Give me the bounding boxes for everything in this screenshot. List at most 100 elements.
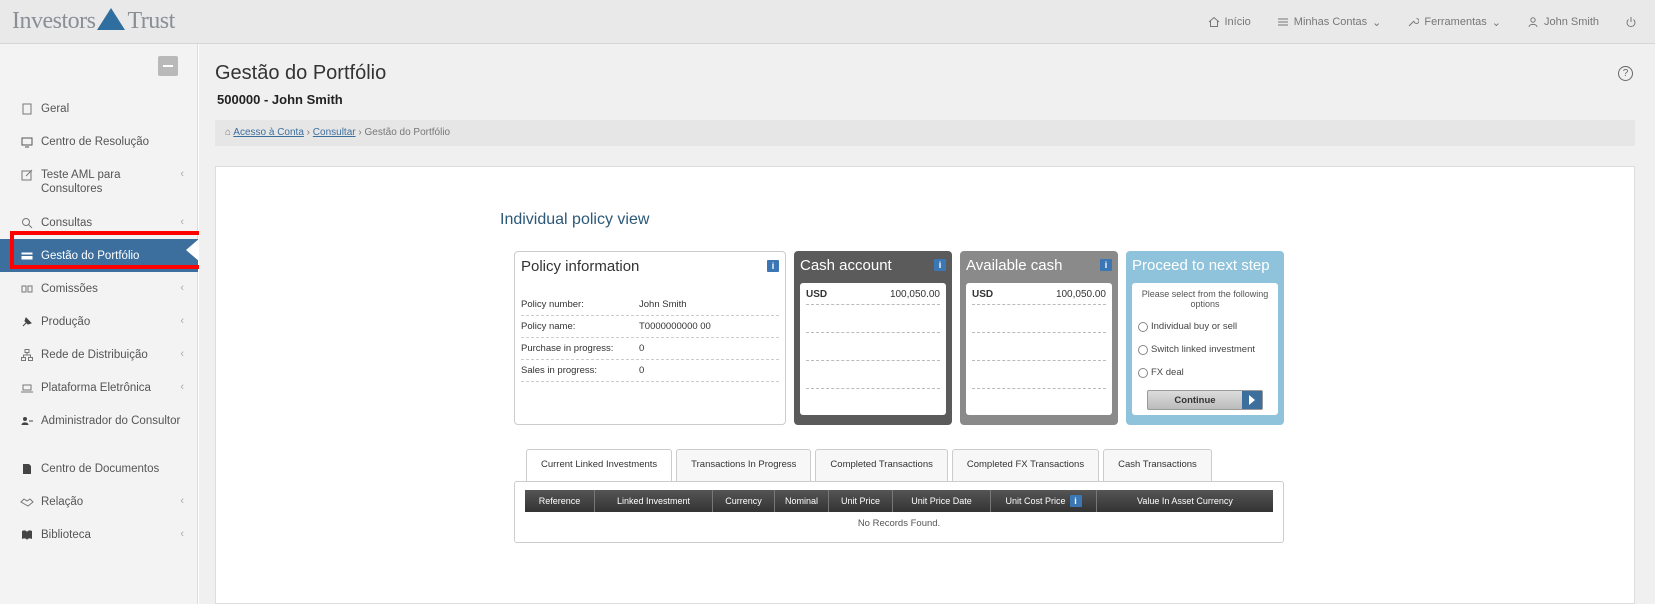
chevron-left-icon: ‹: [180, 168, 184, 180]
accounts-menu[interactable]: Minhas Contas ⌄: [1277, 16, 1382, 29]
policy-row-value: T0000000000 00: [639, 321, 711, 332]
document-icon: [22, 103, 32, 115]
column-header[interactable]: Unit Price Date: [893, 490, 991, 512]
top-nav: Início Minhas Contas ⌄ Ferramentas ⌄ Joh…: [1208, 0, 1638, 44]
sidebar: Geral Centro de Resolução Teste AML para…: [0, 44, 198, 604]
policy-row: Policy name: T0000000000 00: [521, 316, 779, 338]
brand-logo[interactable]: Investors Trust: [12, 6, 175, 36]
policy-row-label: Sales in progress:: [521, 365, 598, 376]
chevron-left-icon: ‹: [180, 315, 184, 327]
chevron-left-icon: ‹: [180, 381, 184, 393]
policy-row-value: John Smith: [639, 299, 687, 310]
policy-row-value: 0: [639, 343, 645, 354]
handshake-icon: [20, 498, 34, 507]
sidebar-item-label: Relação: [41, 496, 84, 508]
available-cash-card: Available cash i USD 100,050.00: [960, 251, 1118, 425]
home-link[interactable]: Início: [1208, 16, 1251, 28]
tab-completed-fx-transactions[interactable]: Completed FX Transactions: [951, 449, 1100, 481]
info-icon[interactable]: i: [1069, 495, 1082, 507]
thumbtack-icon: [22, 317, 32, 327]
sidebar-item-plataforma[interactable]: Plataforma Eletrônica ‹: [0, 371, 198, 404]
policy-row-value: 0: [639, 365, 645, 376]
chevron-left-icon: ‹: [180, 282, 184, 294]
breadcrumb-link-account-access[interactable]: Acesso à Conta: [233, 127, 304, 138]
chevron-down-icon: ⌄: [1491, 16, 1501, 29]
logout-button[interactable]: [1625, 16, 1637, 28]
sidebar-item-label: Rede de Distribuição: [41, 349, 148, 361]
tools-menu[interactable]: Ferramentas ⌄: [1407, 16, 1501, 29]
sidebar-item-geral[interactable]: Geral: [0, 92, 198, 125]
option-label: Switch linked investment: [1151, 344, 1256, 355]
column-header[interactable]: Nominal: [775, 490, 829, 512]
accounts-label: Minhas Contas: [1293, 16, 1368, 28]
sidebar-item-centro-resolucao[interactable]: Centro de Resolução: [0, 125, 198, 158]
sidebar-item-label: Teste AML para Consultores: [41, 169, 121, 195]
info-icon[interactable]: i: [934, 259, 946, 271]
continue-button[interactable]: Continue: [1147, 390, 1263, 410]
option-label: FX deal: [1151, 367, 1184, 378]
sidebar-item-label: Plataforma Eletrônica: [41, 382, 151, 394]
column-header-unit-cost-price[interactable]: Unit Cost Price i: [991, 490, 1097, 512]
sidebar-item-label: Comissões: [41, 283, 98, 295]
column-header[interactable]: Unit Price: [829, 490, 893, 512]
user-menu[interactable]: John Smith: [1527, 16, 1599, 28]
column-header[interactable]: Linked Investment: [595, 490, 713, 512]
tab-transactions-in-progress[interactable]: Transactions In Progress: [676, 449, 812, 481]
info-icon[interactable]: i: [767, 260, 779, 272]
file-icon: [23, 464, 31, 474]
sidebar-item-administrador[interactable]: Administrador do Consultor: [0, 404, 198, 452]
sidebar-item-label: Administrador do Consultor: [41, 415, 181, 427]
policy-row: Sales in progress: 0: [521, 360, 779, 382]
sidebar-item-centro-documentos[interactable]: Centro de Documentos: [0, 452, 198, 485]
policy-information-header: Policy information: [521, 258, 640, 275]
sidebar-collapse-button[interactable]: [158, 56, 178, 76]
option-switch-linked-investment[interactable]: Switch linked investment: [1138, 338, 1272, 361]
users-icon: [21, 417, 33, 425]
tab-current-linked-investments[interactable]: Current Linked Investments: [526, 449, 673, 481]
page-subtitle: 500000 - John Smith: [217, 92, 343, 107]
proceed-next-step-card: Proceed to next step Please select from …: [1126, 251, 1284, 425]
laptop-icon: [21, 384, 33, 393]
column-header[interactable]: Value In Asset Currency: [1097, 490, 1273, 512]
wrench-icon: [1409, 18, 1420, 27]
radio-button[interactable]: [1138, 321, 1148, 332]
sidebar-item-label: Gestão do Portfólio: [41, 250, 140, 262]
help-icon[interactable]: ?: [1618, 66, 1633, 81]
sidebar-item-producao[interactable]: Produção ‹: [0, 305, 198, 338]
tab-cash-transactions[interactable]: Cash Transactions: [1103, 449, 1212, 481]
chevron-down-icon: ⌄: [1372, 16, 1382, 29]
sidebar-item-gestao-portfolio[interactable]: Gestão do Portfólio: [0, 239, 198, 272]
available-cash-header: Available cash: [966, 257, 1063, 274]
sidebar-item-rede-distribuicao[interactable]: Rede de Distribuição ‹: [0, 338, 198, 371]
brand-name-part2: Trust: [127, 7, 175, 34]
column-header[interactable]: Currency: [713, 490, 775, 512]
transaction-tabs: Current Linked Investments Transactions …: [526, 449, 1212, 481]
column-header[interactable]: Reference: [525, 490, 595, 512]
option-individual-buy-sell[interactable]: Individual buy or sell: [1138, 315, 1272, 338]
breadcrumb-link-consult[interactable]: Consultar: [313, 127, 356, 138]
sidebar-item-teste-aml[interactable]: Teste AML para Consultores ‹: [0, 158, 198, 206]
radio-button[interactable]: [1138, 344, 1148, 355]
sidebar-item-comissoes[interactable]: Comissões ‹: [0, 272, 198, 305]
page-title: Gestão do Portfólio: [215, 62, 387, 84]
cash-amount: 100,050.00: [889, 289, 940, 300]
sidebar-item-relacao[interactable]: Relação ‹: [0, 485, 198, 518]
individual-policy-view-title: Individual policy view: [500, 211, 650, 228]
sidebar-item-label: Centro de Documentos: [41, 463, 160, 475]
edit-icon: [21, 169, 33, 181]
tab-completed-transactions[interactable]: Completed Transactions: [815, 449, 948, 481]
policy-row: Purchase in progress: 0: [521, 338, 779, 360]
sidebar-item-label: Biblioteca: [41, 529, 91, 541]
chevron-left-icon: ‹: [180, 348, 184, 360]
sidebar-item-biblioteca[interactable]: Biblioteca ‹: [0, 518, 198, 551]
sidebar-item-label: Geral: [41, 103, 70, 115]
sidebar-item-consultas[interactable]: Consultas ‹: [0, 206, 198, 239]
user-name: John Smith: [1543, 16, 1599, 28]
chevron-left-icon: ‹: [180, 495, 184, 507]
option-fx-deal[interactable]: FX deal: [1138, 361, 1272, 384]
policy-information-card: Policy information i Policy number: John S…: [514, 251, 786, 425]
proceed-prompt: Please select from the following options: [1141, 289, 1269, 309]
info-icon[interactable]: i: [1100, 259, 1112, 271]
radio-button[interactable]: [1138, 367, 1148, 378]
column-header: Unit Cost Price: [1005, 496, 1066, 506]
